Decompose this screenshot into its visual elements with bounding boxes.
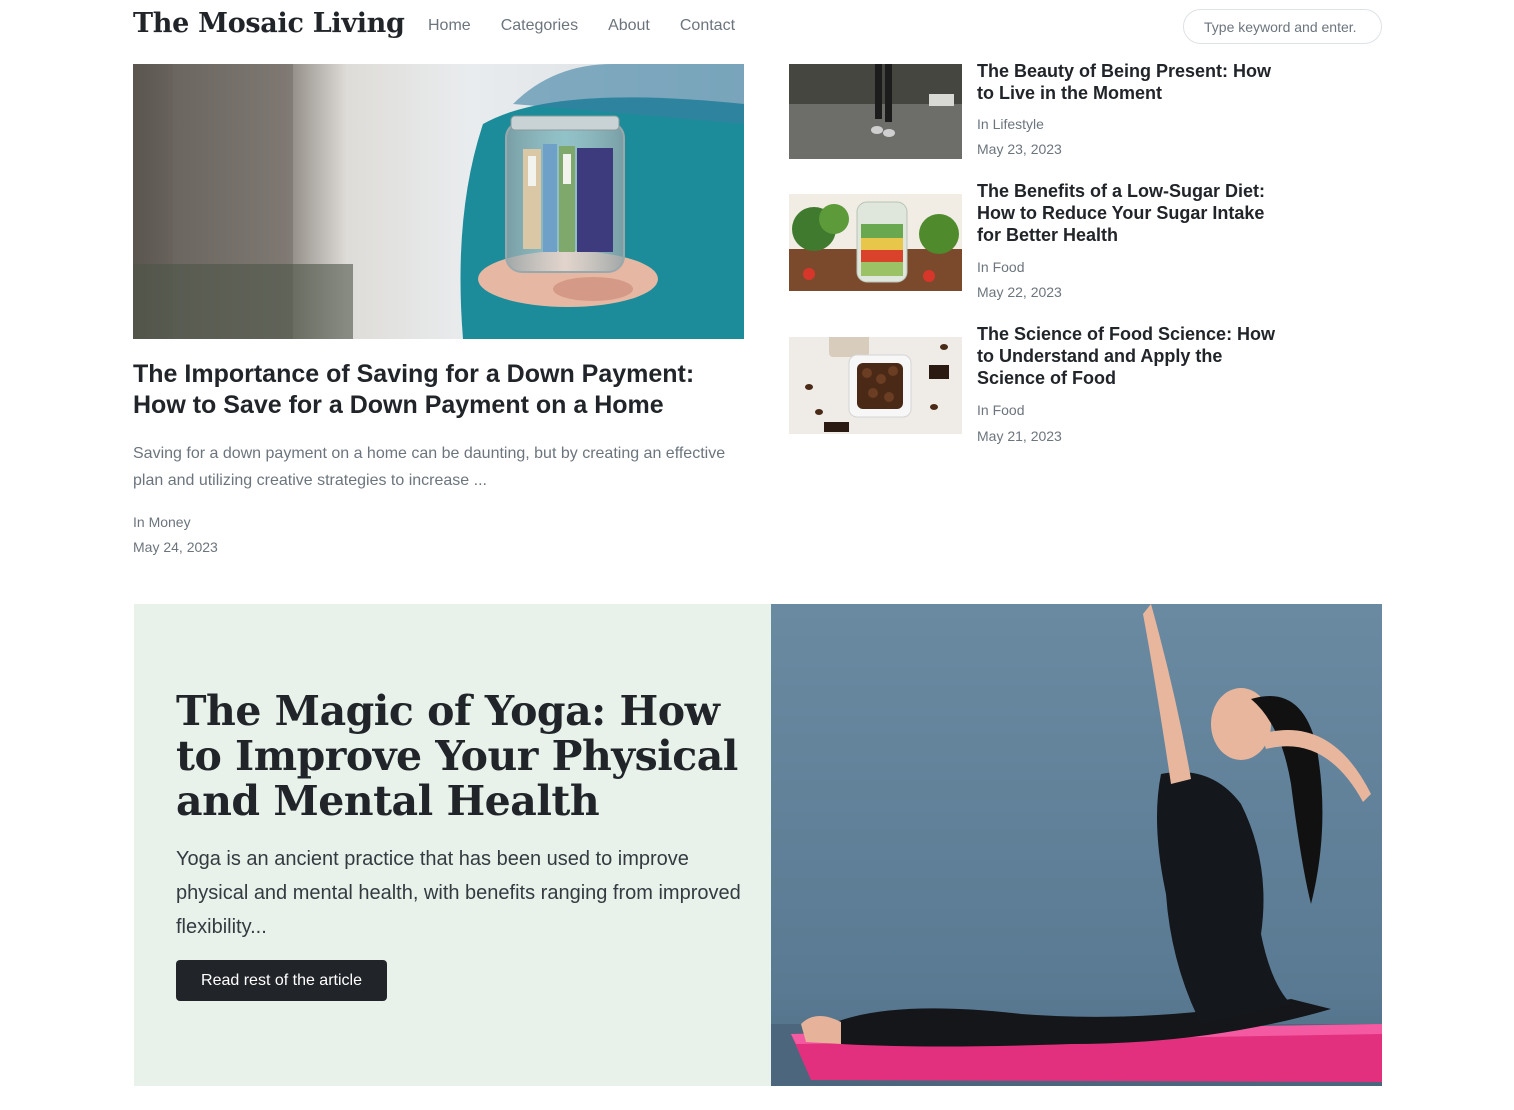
side-post-1-date: May 23, 2023 — [977, 141, 1062, 157]
nav-link-about[interactable]: About — [608, 17, 650, 35]
nav-link-home[interactable]: Home — [428, 17, 471, 35]
hero-excerpt: Yoga is an ancient practice that has bee… — [176, 848, 741, 938]
side-post-3-title[interactable]: The Science of Food Science: How to Unde… — [977, 323, 1293, 389]
hero-image — [771, 604, 1382, 1086]
featured-post-category[interactable]: In Money — [133, 514, 191, 530]
nav-link-contact[interactable]: Contact — [680, 17, 735, 35]
side-post-2-title[interactable]: The Benefits of a Low-Sugar Diet: How to… — [977, 180, 1293, 246]
search-input[interactable] — [1183, 9, 1382, 44]
featured-post-excerpt: Saving for a down payment on a home can … — [133, 445, 726, 489]
featured-post-date: May 24, 2023 — [133, 539, 218, 555]
featured-post-image[interactable] — [133, 64, 744, 339]
side-post-2-date: May 22, 2023 — [977, 284, 1062, 300]
side-post-3-date: May 21, 2023 — [977, 428, 1062, 444]
side-post-1: The Beauty of Being Present: How to Live… — [789, 61, 1299, 164]
hero-title: The Magic of Yoga: How to Improve Your P… — [176, 687, 738, 825]
side-post-1-image[interactable] — [789, 64, 962, 159]
featured-post-title[interactable]: The Importance of Saving for a Down Paym… — [133, 359, 744, 421]
side-post-2-category[interactable]: In Food — [977, 259, 1024, 275]
side-post-1-category[interactable]: In Lifestyle — [977, 116, 1044, 132]
nav-link-categories[interactable]: Categories — [501, 17, 578, 35]
side-post-2: The Benefits of a Low-Sugar Diet: How to… — [789, 181, 1299, 304]
side-post-2-image[interactable] — [789, 194, 962, 291]
side-post-3-category[interactable]: In Food — [977, 402, 1024, 418]
top-navbar: The Mosaic Living Home Categories About … — [0, 0, 1514, 54]
hero-banner: The Magic of Yoga: How to Improve Your P… — [134, 604, 1382, 1086]
site-logo[interactable]: The Mosaic Living — [133, 8, 405, 39]
side-post-3: The Science of Food Science: How to Unde… — [789, 324, 1299, 447]
side-post-3-image[interactable] — [789, 337, 962, 434]
read-article-button[interactable]: Read rest of the article — [176, 960, 387, 1001]
side-post-1-title[interactable]: The Beauty of Being Present: How to Live… — [977, 60, 1293, 104]
main-menu: Home Categories About Contact — [428, 17, 765, 35]
